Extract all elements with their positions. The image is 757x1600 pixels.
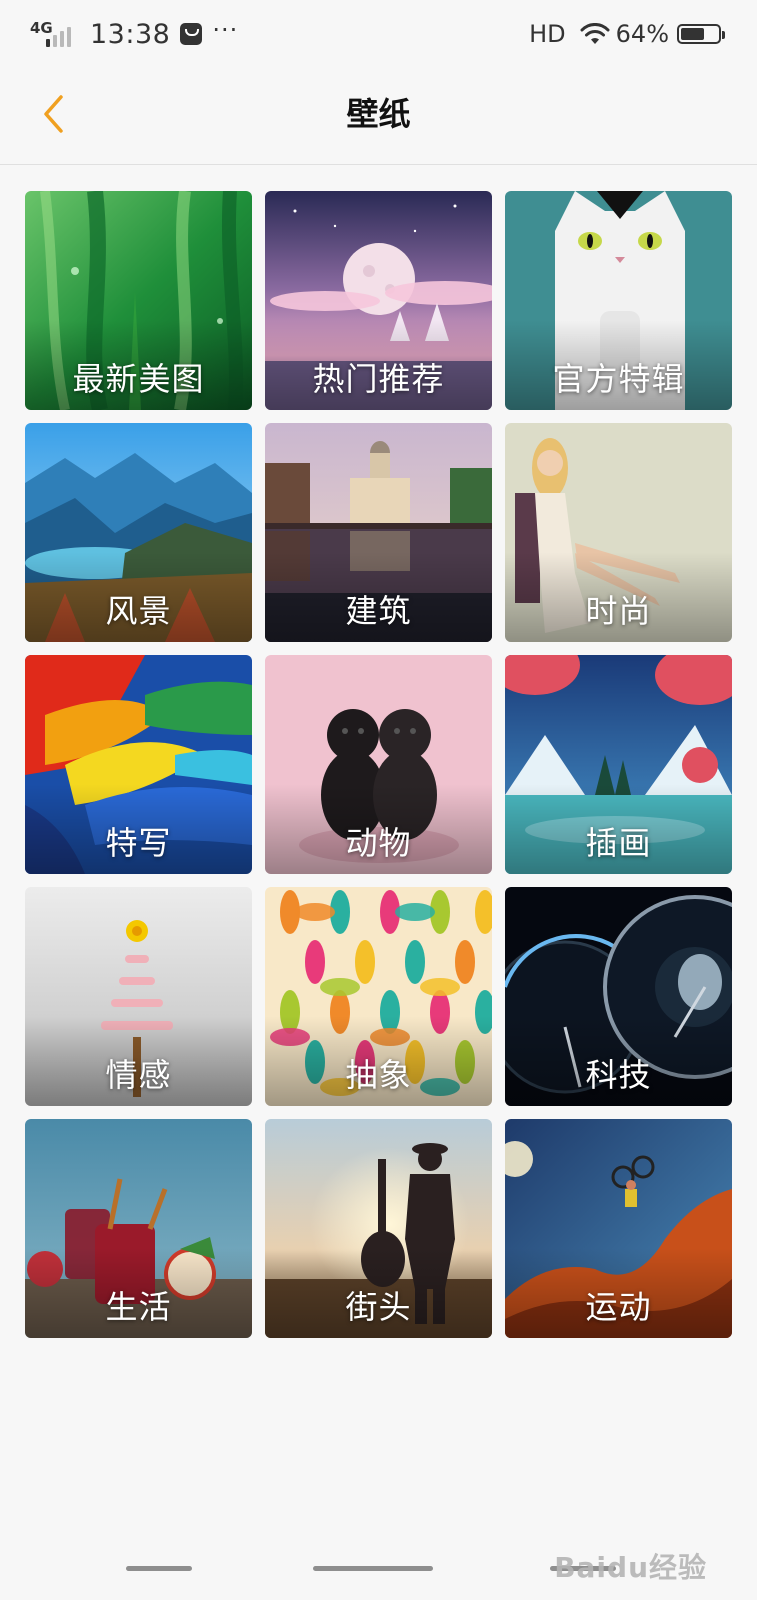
category-label: 街头 [345,1288,412,1326]
wifi-icon [580,23,610,44]
category-tile-official[interactable]: 官方特辑 [505,191,732,410]
more-notifications-icon: ··· [212,16,239,44]
category-tile-life[interactable]: 生活 [25,1119,252,1338]
category-tile-emotion[interactable]: 情感 [25,887,252,1106]
category-label: 情感 [105,1056,172,1094]
category-tile-fashion[interactable]: 时尚 [505,423,732,642]
category-label: 抽象 [345,1056,412,1094]
category-label: 最新美图 [72,360,205,398]
hd-indicator: HD [529,20,566,48]
category-tile-abstract[interactable]: 抽象 [265,887,492,1106]
nav-menu-handle[interactable] [126,1566,192,1571]
battery-percent: 64% [615,20,669,48]
category-label: 风景 [105,592,172,630]
category-tile-popular[interactable]: 热门推荐 [265,191,492,410]
app-header: 壁纸 [0,68,757,165]
message-notification-icon [180,23,203,45]
page-title: 壁纸 [346,95,411,133]
status-bar: 4G 13:38 ··· HD 64% [0,0,757,68]
category-label: 建筑 [345,592,412,630]
category-tile-latest[interactable]: 最新美图 [25,191,252,410]
category-tile-landscape[interactable]: 风景 [25,423,252,642]
clock: 13:38 [90,18,171,50]
battery-icon [677,24,725,44]
category-label: 时尚 [585,592,652,630]
category-label: 运动 [585,1288,652,1326]
category-tile-architecture[interactable]: 建筑 [265,423,492,642]
category-label: 特写 [105,824,172,862]
category-label: 官方特辑 [552,360,685,398]
category-tile-closeup[interactable]: 特写 [25,655,252,874]
category-tile-sports[interactable]: 运动 [505,1119,732,1338]
category-tile-technology[interactable]: 科技 [505,887,732,1106]
category-label: 科技 [585,1056,652,1094]
category-tile-illustration[interactable]: 插画 [505,655,732,874]
category-label: 插画 [585,824,652,862]
category-tile-animals[interactable]: 动物 [265,655,492,874]
watermark: Baidu经验 [554,1551,707,1584]
category-label: 生活 [105,1288,172,1326]
category-tile-street[interactable]: 街头 [265,1119,492,1338]
wallpaper-category-grid: 最新美图 热门推荐 官方特辑 风景 建筑 时尚 特写 动物 插画 情感 抽象 科… [25,191,733,1338]
category-label: 热门推荐 [312,360,445,398]
category-label: 动物 [345,824,412,862]
nav-home-handle[interactable] [313,1566,433,1571]
cellular-signal-icon: 4G [30,17,78,51]
